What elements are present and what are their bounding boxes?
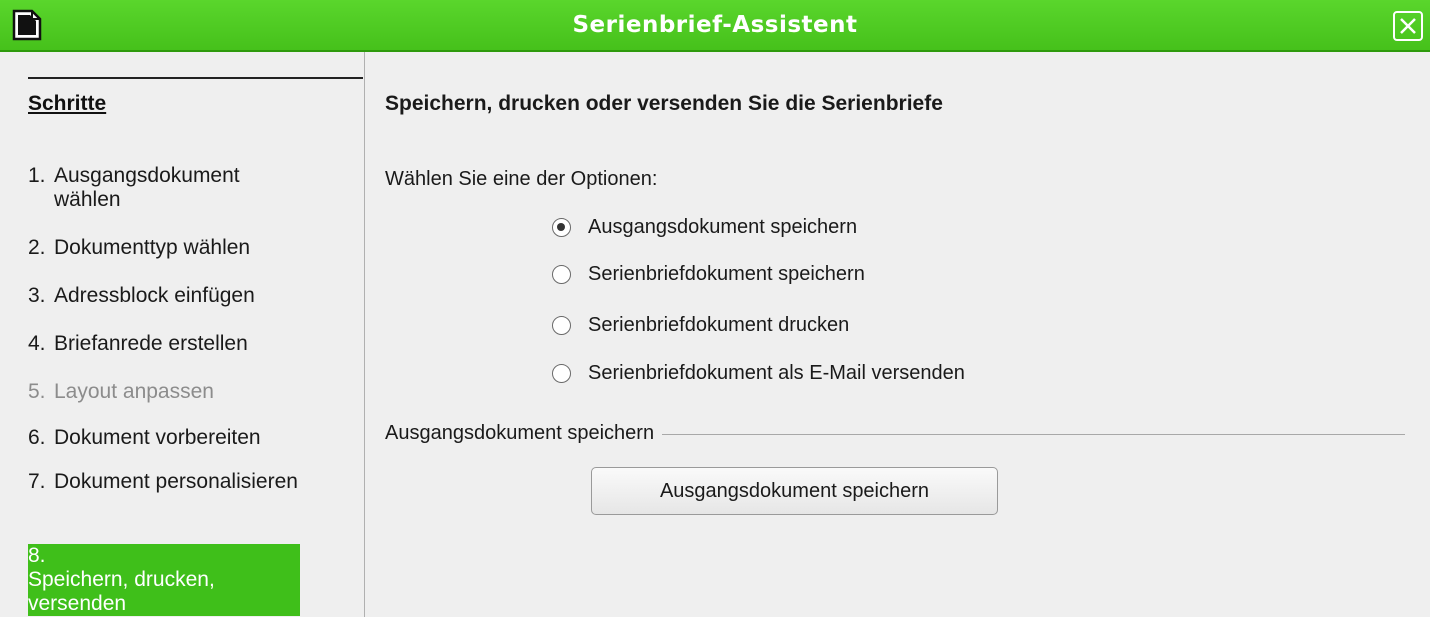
options-label: Wählen Sie eine der Optionen: [385,168,658,190]
step-item-1[interactable]: 1. Ausgangsdokument wählen [28,164,308,212]
window-title: Serienbrief-Assistent [572,12,858,38]
radio-unselected-icon [552,363,571,383]
step-label: Briefanrede erstellen [54,332,248,355]
step-item-2[interactable]: 2. Dokumenttyp wählen [28,236,308,260]
title-bar: Serienbrief-Assistent [0,0,1430,52]
page-title: Speichern, drucken oder versenden Sie di… [385,92,943,115]
step-item-3[interactable]: 3. Adressblock einfügen [28,284,308,308]
radio-label: Serienbriefdokument drucken [588,313,850,336]
step-label: Adressblock einfügen [54,284,255,307]
step-number: 7. [28,470,46,493]
radio-unselected-icon [552,264,571,284]
radio-send-as-email[interactable]: Serienbriefdokument als E-Mail versenden [552,360,965,386]
radio-print-merged-document[interactable]: Serienbriefdokument drucken [552,312,849,338]
step-number: 3. [28,284,46,307]
mail-merge-wizard-window: Serienbrief-Assistent Schritte 1. Ausgang… [0,0,1430,617]
step-number: 2. [28,236,46,259]
step-item-7[interactable]: 7. Dokument personalisieren [28,470,308,494]
step-item-6[interactable]: 6. Dokument vorbereiten [28,426,308,450]
step-number: 5. [28,380,46,403]
radio-save-merged-document[interactable]: Serienbriefdokument speichern [552,261,865,287]
step-number: 1. [28,164,46,187]
steps-divider [28,77,363,79]
step-label: Layout anpassen [54,380,214,403]
radio-save-starting-document[interactable]: Ausgangsdokument speichern [552,214,857,240]
step-label: Dokumenttyp wählen [54,236,251,259]
step-label: Dokument vorbereiten [54,426,261,449]
step-label: Ausgangsdokument wählen [54,164,240,211]
step-label: Dokument personalisieren [54,470,298,493]
radio-label: Serienbriefdokument speichern [588,262,865,285]
radio-unselected-icon [552,315,571,335]
step-item-5: 5. Layout anpassen [28,380,308,404]
close-icon [1400,18,1416,34]
step-item-4[interactable]: 4. Briefanrede erstellen [28,332,308,356]
save-starting-document-button[interactable]: Ausgangsdokument speichern [591,467,998,515]
step-number: 4. [28,332,46,355]
step-number: 6. [28,426,46,449]
steps-heading: Schritte [28,92,107,115]
radio-label: Ausgangsdokument speichern [588,215,858,238]
step-number: 8. [28,544,46,567]
radio-label: Serienbriefdokument als E-Mail versenden [588,361,965,384]
step-item-8[interactable]: 8.Speichern, drucken, versenden [28,544,300,616]
step-label: Speichern, drucken, versenden [28,568,215,615]
close-button[interactable] [1393,11,1423,41]
steps-panel: Schritte 1. Ausgangsdokument wählen 2. Dok… [0,52,365,617]
section-label: Ausgangsdokument speichern [385,422,663,445]
radio-selected-icon [552,217,571,237]
